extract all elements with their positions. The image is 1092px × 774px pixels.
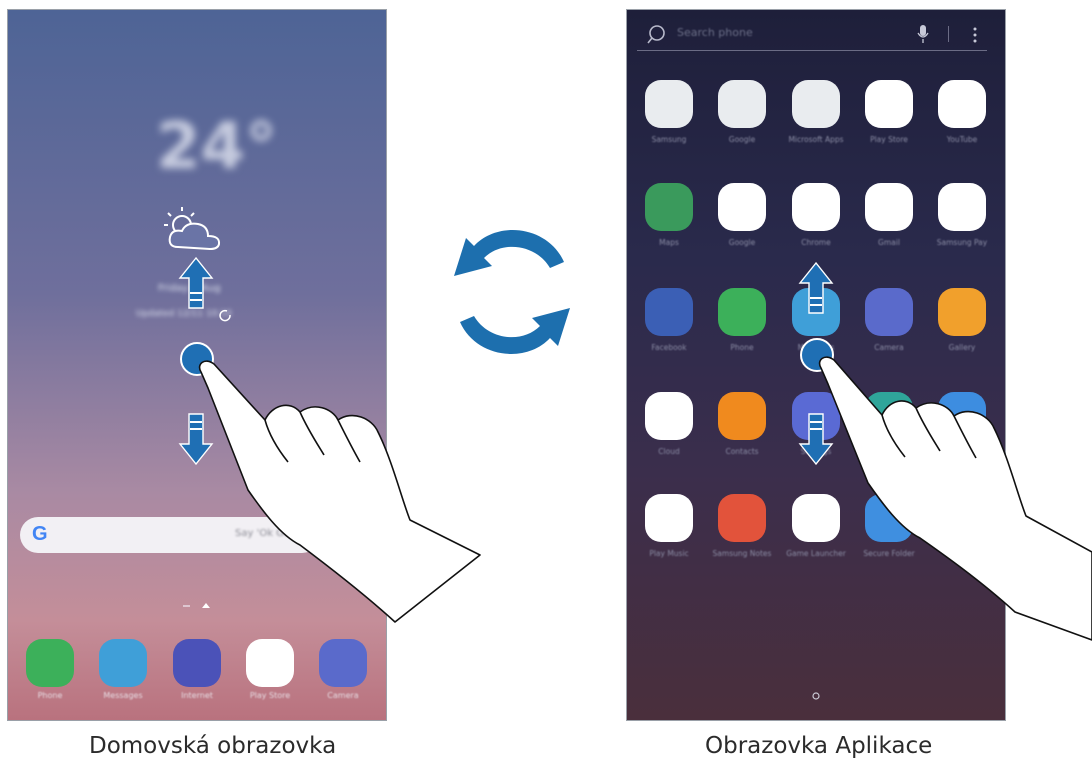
swipe-down-arrow-apps <box>799 413 833 465</box>
swipe-down-arrow-home <box>179 413 213 465</box>
gesture-overlay <box>179 230 1092 641</box>
caption-apps-screen: Obrazovka Aplikace <box>705 733 933 759</box>
switch-arrows-icon <box>454 230 570 354</box>
swipe-up-arrow-home <box>179 257 213 309</box>
hand-illustration-apps <box>818 356 1092 641</box>
swipe-up-arrow-apps <box>799 262 833 314</box>
caption-home-screen: Domovská obrazovka <box>89 733 337 759</box>
hand-illustration-home <box>198 360 481 623</box>
